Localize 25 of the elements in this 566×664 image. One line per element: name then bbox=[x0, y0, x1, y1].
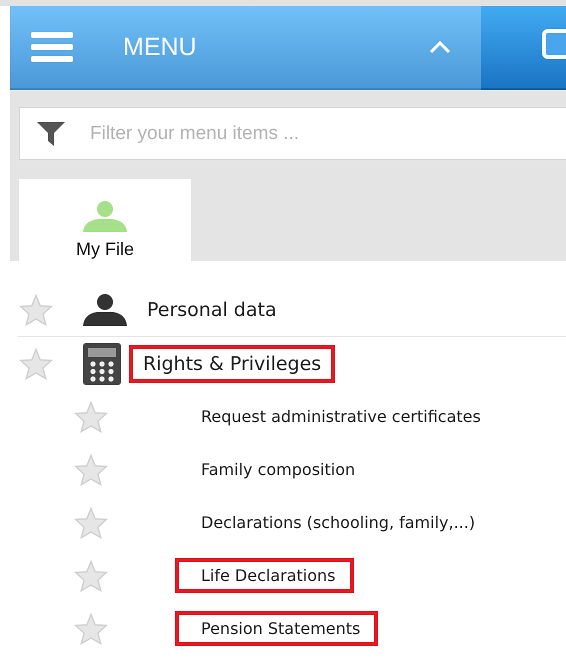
filter-icon bbox=[36, 120, 66, 146]
submenu-item[interactable]: Family composition bbox=[175, 452, 374, 487]
tab[interactable]: My File bbox=[19, 179, 191, 261]
menu-item[interactable]: Rights & Privileges bbox=[129, 344, 336, 382]
caret-icon[interactable] bbox=[429, 41, 451, 53]
star-icon[interactable] bbox=[19, 348, 53, 380]
filter-field[interactable]: Filter your menu items ... bbox=[19, 107, 566, 160]
submenu-item[interactable]: Life Declarations bbox=[175, 558, 354, 593]
star-icon[interactable] bbox=[74, 400, 108, 432]
menu-title: MENU bbox=[123, 32, 198, 62]
menu-icon[interactable] bbox=[31, 32, 73, 62]
star-icon[interactable] bbox=[19, 294, 53, 326]
window-icon[interactable] bbox=[542, 29, 566, 59]
person-icon bbox=[83, 294, 127, 326]
submenu-item[interactable]: Declarations (schooling, family,...) bbox=[175, 505, 494, 540]
star-icon[interactable] bbox=[74, 612, 108, 644]
menu-item[interactable]: Personal data bbox=[133, 290, 291, 328]
star-icon[interactable] bbox=[74, 454, 108, 486]
person-icon bbox=[82, 199, 128, 233]
calculator-icon bbox=[83, 342, 121, 384]
submenu-item[interactable]: Request administrative certificates bbox=[175, 399, 499, 434]
star-icon[interactable] bbox=[74, 506, 108, 538]
filter-input[interactable]: Filter your menu items ... bbox=[88, 122, 566, 146]
submenu-item[interactable]: Pension Statements bbox=[175, 611, 378, 646]
star-icon[interactable] bbox=[74, 560, 108, 592]
